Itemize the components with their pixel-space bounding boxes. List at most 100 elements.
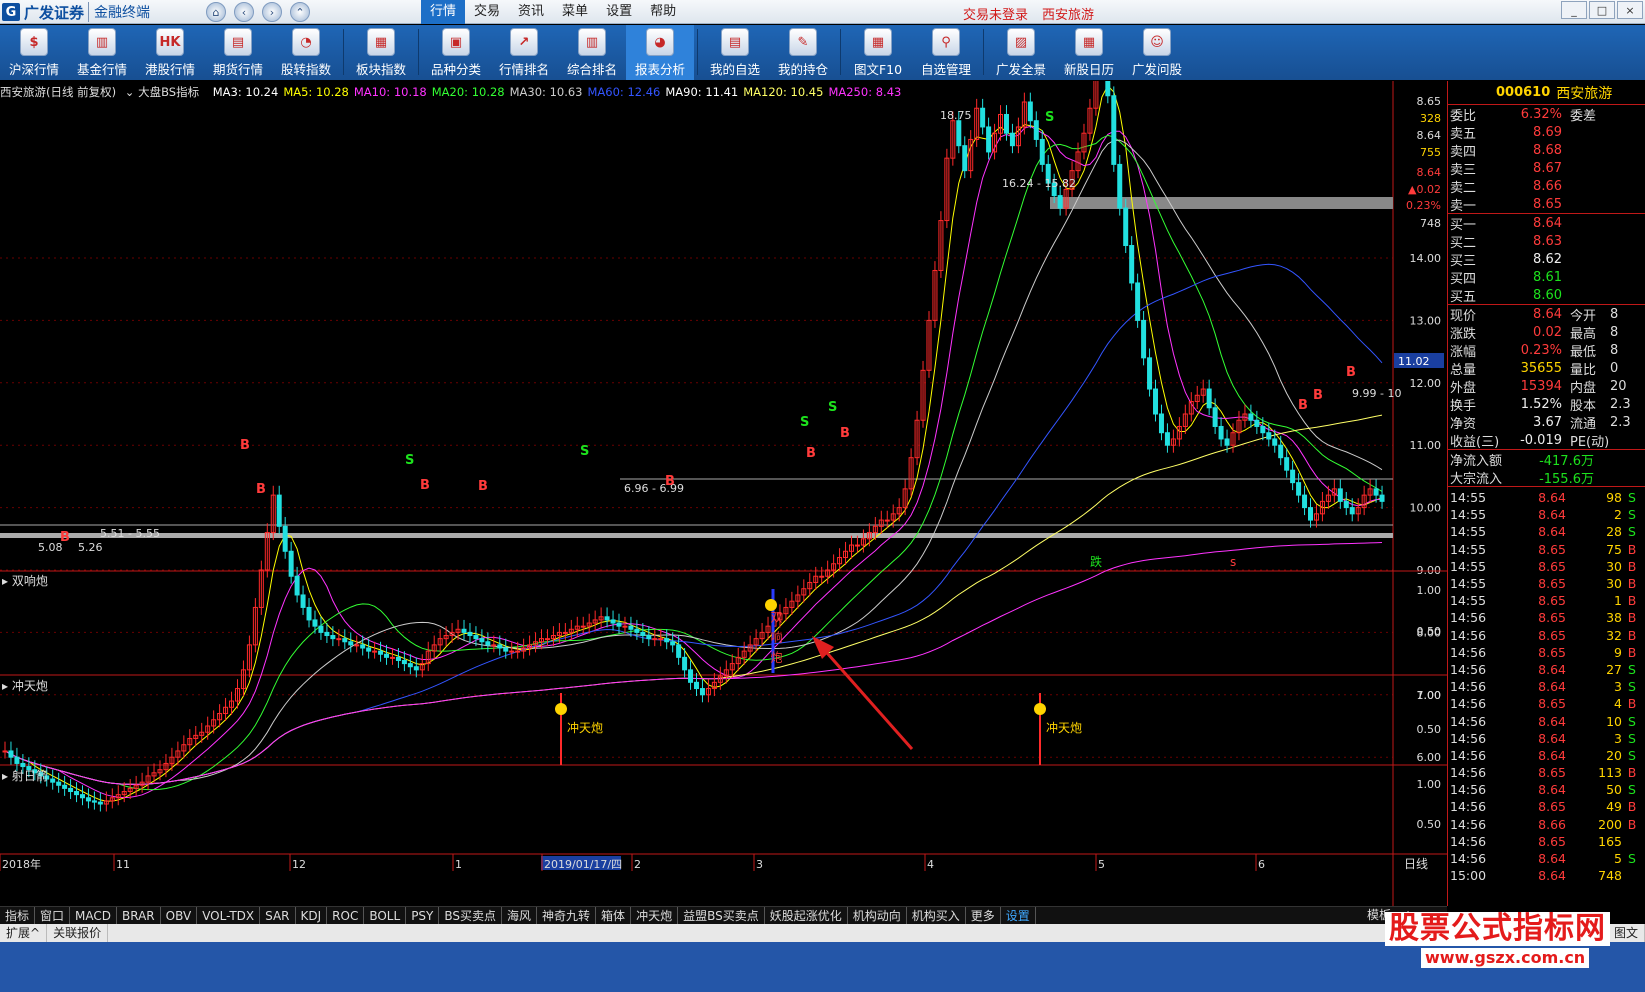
indicator-tab-6[interactable]: SAR xyxy=(260,907,296,924)
indicator-tab-3[interactable]: BRAR xyxy=(117,907,161,924)
candle-body xyxy=(1337,488,1343,502)
xaxis-label: 2 xyxy=(634,858,641,871)
trade-status[interactable]: 交易未登录 xyxy=(963,4,1028,23)
menu-3[interactable]: 菜单 xyxy=(553,0,597,24)
indicator-tab-9[interactable]: BOLL xyxy=(364,907,407,924)
candle-body xyxy=(56,781,62,786)
home-icon[interactable]: ⌂ xyxy=(206,2,226,22)
tick-q: 3 xyxy=(1614,679,1622,695)
tick-p: 8.65 xyxy=(1538,765,1566,781)
toolbar-label: 行情排名 xyxy=(498,62,549,77)
expand-button[interactable]: 扩展^ xyxy=(0,924,48,942)
toolbar-button-4[interactable]: ◔ 股转指数 xyxy=(272,25,340,80)
tick-t: 14:55 xyxy=(1450,576,1487,592)
toolbar-button-3[interactable]: ▤ 期货行情 xyxy=(204,25,272,80)
menu-1[interactable]: 交易 xyxy=(465,0,509,24)
toolbar-button-15[interactable]: ▦ 新股日历 xyxy=(1055,25,1123,80)
buy-level-1: 买二 8.63 xyxy=(1448,232,1645,251)
toolbar-button-9[interactable]: ◕ 报表分析 xyxy=(626,25,694,80)
toolbar-button-0[interactable]: $ 沪深行情 xyxy=(0,25,68,80)
related-quote-button[interactable]: 关联报价 xyxy=(47,924,109,942)
indicator-tab-7[interactable]: KDJ xyxy=(296,907,328,924)
indicator-tab-11[interactable]: BS买卖点 xyxy=(439,907,503,924)
forward-icon[interactable]: › xyxy=(262,2,282,22)
indicator-tab-1[interactable]: 窗口 xyxy=(35,907,71,924)
indicator-tab-8[interactable]: ROC xyxy=(327,907,365,924)
toolbar-button-7[interactable]: ↗ 行情排名 xyxy=(490,25,558,80)
stat-1-label: 涨跌 xyxy=(1450,326,1477,342)
indicator-tab-12[interactable]: 海风 xyxy=(502,907,538,924)
toolbar-button-6[interactable]: ▣ 品种分类 xyxy=(422,25,490,80)
menu-4[interactable]: 设置 xyxy=(597,0,641,24)
close-button[interactable]: × xyxy=(1617,1,1643,19)
panel2-signal-dot xyxy=(1034,703,1046,715)
indicator-tab-4[interactable]: OBV xyxy=(161,907,198,924)
tick-p: 8.65 xyxy=(1538,593,1566,609)
toolbar-button-13[interactable]: ⚲ 自选管理 xyxy=(912,25,980,80)
toolbar-button-1[interactable]: ▥ 基金行情 xyxy=(68,25,136,80)
toolbar-button-16[interactable]: ☺ 广发问股 xyxy=(1123,25,1191,80)
weibi-value: 6.32% xyxy=(1520,106,1562,122)
sell-level-0-value: 8.69 xyxy=(1533,124,1562,140)
toolbar-button-8[interactable]: ▥ 综合排名 xyxy=(558,25,626,80)
chart-canvas[interactable]: 14.0013.0012.0011.0010.009.008.007.006.0… xyxy=(0,11,1447,906)
stat-3-label2: 量比 xyxy=(1570,362,1597,378)
candle-body xyxy=(288,550,294,577)
indicator-tab-15[interactable]: 冲天炮 xyxy=(631,907,679,924)
toolbar-button-12[interactable]: ▦ 图文F10 xyxy=(844,25,912,80)
indicator-tab-16[interactable]: 益盟BS买卖点 xyxy=(678,907,765,924)
candle-body xyxy=(79,794,85,799)
tick-row: 14:56 8.65 32 B xyxy=(1448,627,1645,644)
stock-code: 000610 xyxy=(1496,85,1551,100)
panel2-title[interactable]: ▸ 冲天炮 xyxy=(2,677,48,694)
toolbar-button-10[interactable]: ▤ 我的自选 xyxy=(701,25,769,80)
indicator-tab-20[interactable]: 更多 xyxy=(966,907,1001,924)
tick-row: 14:56 8.64 10 S xyxy=(1448,712,1645,729)
top-tick-label: 0.23% xyxy=(1406,199,1441,212)
menu-2[interactable]: 资讯 xyxy=(509,0,553,24)
collapse-icon[interactable]: ⌃ xyxy=(290,2,310,22)
indicator-tab-5[interactable]: VOL-TDX xyxy=(197,907,261,924)
indicator-tab-21[interactable]: 设置 xyxy=(1001,907,1036,924)
minimize-button[interactable]: _ xyxy=(1561,1,1587,19)
graphic-text-button[interactable]: 图文 xyxy=(1606,924,1645,942)
tick-s: B xyxy=(1627,816,1637,832)
kline-chart-area[interactable]: 14.00 13.00 12.00 11.00 10.00 9.00 8.00 7.00 6.0… xyxy=(0,11,1447,906)
tick-p: 8.64 xyxy=(1538,507,1566,523)
current-price-label: 11.02 xyxy=(1398,355,1430,368)
toolbar-button-2[interactable]: HK 港股行情 xyxy=(136,25,204,80)
candle-body xyxy=(956,120,962,147)
menu-5[interactable]: 帮助 xyxy=(641,0,685,24)
indicator-tab-0[interactable]: 指标 xyxy=(0,907,36,924)
toolbar-icon: ⚲ xyxy=(932,28,960,56)
indicator-tab-19[interactable]: 机构买入 xyxy=(907,907,966,924)
indicator-tab-2[interactable]: MACD xyxy=(70,907,118,924)
tick-p: 8.65 xyxy=(1538,541,1566,557)
tick-list[interactable]: 14:55 8.64 98 S 14:55 8.64 2 S 14:55 8.64 28 S 14:55… xyxy=(1448,487,1645,884)
indicator-tab-14[interactable]: 箱体 xyxy=(596,907,632,924)
xaxis-label: 2018年 xyxy=(2,857,41,871)
toolbar-button-11[interactable]: ✎ 我的持仓 xyxy=(769,25,837,80)
indicator-tab-18[interactable]: 机构动向 xyxy=(848,907,907,924)
back-icon[interactable]: ‹ xyxy=(234,2,254,22)
tick-s: B xyxy=(1627,627,1637,643)
box3-label: 5.51 - 5.55 xyxy=(100,527,160,540)
tick-p: 8.64 xyxy=(1538,747,1566,763)
panel3-title[interactable]: ▸ 射日箭 xyxy=(2,767,48,784)
bs-marker: S xyxy=(580,444,589,459)
indicator-tab-17[interactable]: 妖股起涨优化 xyxy=(765,907,848,924)
tick-q: 75 xyxy=(1606,541,1622,557)
candle-body xyxy=(1284,457,1290,471)
tick-t: 14:56 xyxy=(1450,765,1487,781)
panel1-title[interactable]: ▸ 双响炮 xyxy=(2,572,48,589)
candle-body xyxy=(640,631,646,637)
toolbar-button-14[interactable]: ▨ 广发全景 xyxy=(987,25,1055,80)
maximize-button[interactable]: □ xyxy=(1589,1,1615,19)
toolbar-button-5[interactable]: ▦ 板块指数 xyxy=(347,25,415,80)
xaxis-label: 2019/01/17/四 xyxy=(544,858,622,871)
ma-label-1: MA5: 10.28 xyxy=(283,85,349,99)
indicator-tab-10[interactable]: PSY xyxy=(406,907,440,924)
indicator-dropdown[interactable]: ⌄ 大盘BS指标 xyxy=(125,85,204,99)
menu-0[interactable]: 行情 xyxy=(421,0,466,24)
indicator-tab-13[interactable]: 神奇九转 xyxy=(537,907,597,924)
